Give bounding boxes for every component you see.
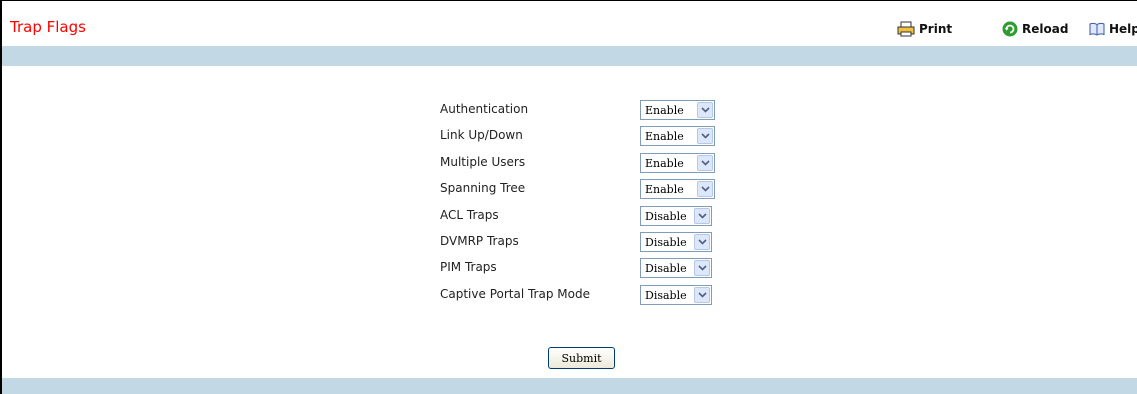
- authentication-select[interactable]: Enable: [640, 100, 715, 120]
- help-label: Help: [1109, 22, 1137, 36]
- link-up-down-label: Link Up/Down: [440, 128, 523, 142]
- page-header: Trap Flags Print Reload Help: [2, 1, 1137, 46]
- spanning-tree-label: Spanning Tree: [440, 181, 526, 195]
- link-up-down-selected-value: Enable: [645, 129, 684, 143]
- authentication-selected-value: Enable: [645, 103, 684, 117]
- acl-traps-select[interactable]: Disable: [640, 206, 712, 226]
- chevron-down-icon: [694, 287, 710, 303]
- submit-button[interactable]: Submit: [548, 347, 615, 369]
- pim-traps-label: PIM Traps: [440, 260, 497, 274]
- print-button[interactable]: Print: [897, 20, 952, 38]
- chevron-down-icon: [694, 208, 710, 224]
- printer-icon: [897, 21, 915, 37]
- multiple-users-selected-value: Enable: [645, 156, 684, 170]
- print-label: Print: [919, 22, 953, 36]
- pim-traps-selected-value: Disable: [645, 261, 687, 275]
- chevron-down-icon: [697, 102, 713, 118]
- captive-portal-trap-mode-select[interactable]: Disable: [640, 285, 712, 305]
- page-title: Trap Flags: [10, 18, 86, 36]
- help-book-icon: [1089, 22, 1105, 36]
- reload-icon: [1002, 21, 1018, 37]
- authentication-label: Authentication: [440, 102, 529, 116]
- captive-portal-trap-mode-selected-value: Disable: [645, 288, 687, 302]
- pim-traps-select[interactable]: Disable: [640, 258, 712, 278]
- chevron-down-icon: [694, 234, 710, 250]
- link-up-down-select[interactable]: Enable: [640, 126, 715, 146]
- dvmrp-traps-selected-value: Disable: [645, 235, 687, 249]
- dvmrp-traps-label: DVMRP Traps: [440, 234, 519, 248]
- reload-label: Reload: [1022, 22, 1069, 36]
- dvmrp-traps-select[interactable]: Disable: [640, 232, 712, 252]
- header-band: [2, 46, 1137, 66]
- chevron-down-icon: [697, 155, 713, 171]
- acl-traps-selected-value: Disable: [645, 209, 687, 223]
- spanning-tree-select[interactable]: Enable: [640, 179, 715, 199]
- trap-flags-page: Trap Flags Print Reload Help Authenticat…: [0, 0, 1137, 394]
- footer-band: [2, 378, 1137, 394]
- chevron-down-icon: [697, 181, 713, 197]
- captive-portal-trap-mode-label: Captive Portal Trap Mode: [440, 287, 590, 301]
- spanning-tree-selected-value: Enable: [645, 182, 684, 196]
- chevron-down-icon: [694, 260, 710, 276]
- chevron-down-icon: [697, 128, 713, 144]
- acl-traps-label: ACL Traps: [440, 208, 499, 222]
- multiple-users-select[interactable]: Enable: [640, 153, 715, 173]
- help-button[interactable]: Help: [1089, 20, 1137, 38]
- reload-button[interactable]: Reload: [1002, 20, 1068, 38]
- multiple-users-label: Multiple Users: [440, 155, 526, 169]
